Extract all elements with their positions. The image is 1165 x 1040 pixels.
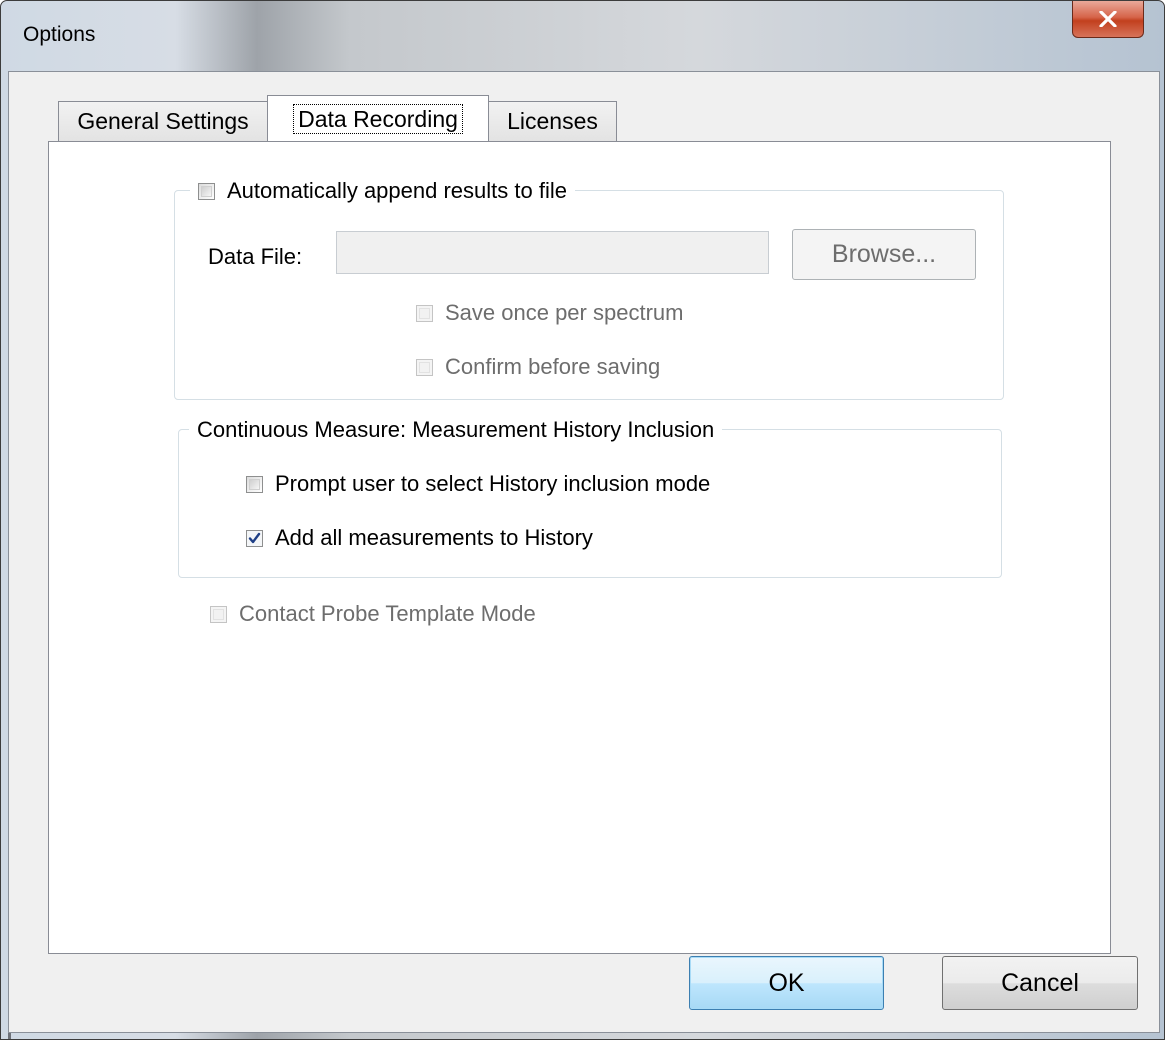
continuous-measure-group xyxy=(178,429,1002,578)
tab-data-recording[interactable]: Data Recording xyxy=(267,95,489,141)
add-all-measurements-option[interactable]: Add all measurements to History xyxy=(246,525,593,551)
cancel-button-label: Cancel xyxy=(1001,968,1079,997)
browse-button-label: Browse... xyxy=(831,240,937,268)
continuous-measure-legend: Continuous Measure: Measurement History … xyxy=(189,415,723,445)
tab-licenses-label: Licenses xyxy=(507,108,598,134)
append-results-legend: Automatically append results to file xyxy=(190,176,575,206)
contact-probe-label: Contact Probe Template Mode xyxy=(239,601,536,626)
prompt-user-option[interactable]: Prompt user to select History inclusion … xyxy=(246,471,710,497)
title-bar[interactable]: Options xyxy=(1,1,1164,71)
checkmark-icon xyxy=(248,532,261,543)
save-once-option[interactable]: Save once per spectrum xyxy=(416,300,683,326)
close-icon xyxy=(1099,11,1117,27)
ok-button[interactable]: OK xyxy=(689,956,884,1010)
add-all-measurements-label: Add all measurements to History xyxy=(275,525,593,550)
confirm-before-saving-label: Confirm before saving xyxy=(445,354,661,379)
browse-button[interactable]: Browse... xyxy=(792,229,976,280)
save-once-label: Save once per spectrum xyxy=(445,300,684,325)
cancel-button[interactable]: Cancel xyxy=(942,956,1138,1010)
append-results-checkbox[interactable] xyxy=(198,182,215,200)
append-results-label[interactable]: Automatically append results to file xyxy=(227,178,567,204)
contact-probe-checkbox[interactable] xyxy=(210,605,227,623)
data-file-label: Data File: xyxy=(208,244,303,269)
close-button[interactable] xyxy=(1072,1,1144,38)
contact-probe-option[interactable]: Contact Probe Template Mode xyxy=(210,601,536,627)
tab-data-recording-label: Data Recording xyxy=(293,103,463,134)
data-file-input[interactable] xyxy=(336,231,769,274)
ok-button-label: OK xyxy=(768,968,805,997)
tab-licenses[interactable]: Licenses xyxy=(488,101,617,141)
prompt-user-checkbox[interactable] xyxy=(246,475,263,493)
options-dialog: Options General Settings Data Recording … xyxy=(0,0,1165,1040)
data-recording-panel: Automatically append results to file Dat… xyxy=(48,141,1111,954)
window-title: Options xyxy=(23,23,96,46)
dialog-client-area: General Settings Data Recording Licenses… xyxy=(8,71,1160,1033)
add-all-measurements-checkbox[interactable] xyxy=(246,529,263,547)
prompt-user-label: Prompt user to select History inclusion … xyxy=(275,471,711,496)
tab-general-settings-label: General Settings xyxy=(77,108,249,134)
confirm-before-saving-checkbox[interactable] xyxy=(416,358,433,376)
tab-general-settings[interactable]: General Settings xyxy=(58,101,268,141)
save-once-checkbox[interactable] xyxy=(416,304,433,322)
confirm-before-saving-option[interactable]: Confirm before saving xyxy=(416,354,660,380)
